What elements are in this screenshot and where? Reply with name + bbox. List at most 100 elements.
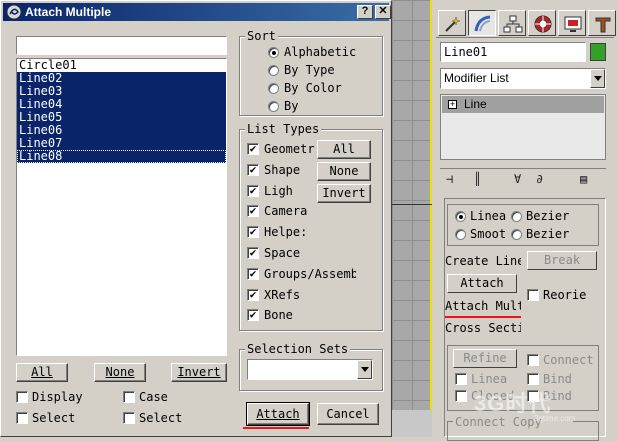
sort-by-color-radio[interactable]: By Color [268, 80, 378, 96]
checkmark-icon[interactable]: ✔ [247, 163, 259, 176]
chevron-down-icon[interactable] [590, 69, 605, 88]
list-type-checkbox[interactable]: ✔ XRefs [247, 287, 315, 303]
list-types-group-label: List Types [245, 122, 322, 136]
radio-bezier-1[interactable]: Bezier [511, 208, 591, 224]
closed-check-box[interactable] [455, 390, 467, 402]
list-all-button[interactable]: All [16, 363, 68, 382]
select-subtree-check-box[interactable] [16, 412, 28, 424]
selection-sets-label: Selection Sets [245, 342, 351, 356]
list-none-button[interactable]: None [94, 363, 146, 382]
list-item[interactable]: Line08 [17, 150, 226, 163]
case-sensitive-check-box[interactable] [123, 391, 135, 403]
radio-linear[interactable]: Linea [455, 208, 517, 224]
attach-button-panel[interactable]: Attach [447, 274, 517, 293]
selection-sets-dropdown[interactable] [247, 359, 373, 380]
checkmark-icon[interactable]: ✔ [247, 226, 259, 239]
create-line-button[interactable]: Create Line [445, 254, 521, 268]
bind-1-check-box[interactable] [527, 373, 539, 385]
list-type-checkbox[interactable]: ✔ Ligh [247, 183, 315, 199]
stack-item-line[interactable]: + Line [442, 96, 604, 113]
checkmark-icon[interactable]: ✔ [247, 205, 259, 218]
radio-bezier-1-button[interactable] [511, 211, 522, 222]
make-unique-icon[interactable]: ∀ [514, 172, 521, 186]
display-subtree-checkbox[interactable]: Display [16, 389, 106, 405]
cross-section-button[interactable]: Cross Sectio [445, 321, 521, 335]
attach-label: Attach [256, 407, 300, 421]
sort-by-size-radio[interactable]: By [268, 98, 378, 114]
select-dependents-check-box[interactable] [123, 412, 135, 424]
display-tab[interactable] [558, 10, 586, 36]
motion-icon [534, 15, 552, 33]
attach-button[interactable]: Attach [246, 402, 310, 426]
display-subtree-check-box[interactable] [16, 391, 28, 403]
list-invert-button[interactable]: Invert [171, 363, 227, 382]
connect-check-box[interactable] [527, 354, 539, 366]
close-icon[interactable]: ✕ [375, 5, 391, 19]
list-type-checkbox[interactable]: ✔ Groups/Assemb [247, 266, 357, 282]
types-none-button[interactable]: None [317, 162, 371, 181]
radio-smooth[interactable]: Smoot [455, 226, 517, 242]
modifier-stack[interactable]: + Line [440, 94, 606, 160]
radio-bezier-2[interactable]: Bezier [511, 226, 591, 242]
list-type-checkbox[interactable]: ✔ Bone [247, 307, 315, 323]
refine-button[interactable]: Refine [453, 349, 517, 368]
attach-mult-button[interactable]: Attach Mult [445, 299, 521, 313]
list-type-checkbox[interactable]: ✔ Helpe: [247, 224, 315, 240]
configure-sets-icon[interactable]: ▤ [580, 172, 587, 186]
pin-stack-icon[interactable]: ⊣ [446, 172, 453, 186]
bind-1-label: Bind [543, 372, 572, 386]
sort-alphabetic-radio[interactable]: Alphabetic [268, 44, 378, 60]
show-end-result-icon[interactable]: ║ [474, 172, 481, 186]
radio-linear-button[interactable] [455, 211, 466, 222]
radio-smooth-button[interactable] [455, 229, 466, 240]
sort-by-color-radio-button[interactable] [268, 83, 279, 94]
select-dependents-checkbox[interactable]: Select [123, 410, 213, 426]
types-invert-button[interactable]: Invert [317, 184, 371, 203]
bind-2-label: Bind [543, 389, 572, 403]
object-name-field[interactable]: Line01 [440, 42, 586, 62]
list-type-checkbox[interactable]: ✔ Space [247, 245, 315, 261]
checkmark-icon[interactable]: ✔ [247, 247, 259, 259]
hierarchy-tab[interactable] [498, 10, 526, 36]
expand-plus-icon[interactable]: + [448, 100, 457, 109]
checkmark-icon[interactable]: ✔ [247, 267, 259, 280]
checkmark-icon[interactable]: ✔ [247, 184, 259, 197]
types-all-button[interactable]: All [317, 140, 371, 159]
help-button[interactable]: ? [357, 5, 373, 19]
sort-by-size-radio-button[interactable] [268, 101, 279, 112]
linear-checkbox[interactable]: Linea [455, 371, 521, 387]
watermark-url: 3gtime.com [534, 414, 576, 423]
sort-by-type-radio[interactable]: By Type [268, 62, 378, 78]
modify-tab[interactable] [468, 10, 496, 36]
select-subtree-checkbox[interactable]: Select [16, 410, 106, 426]
object-color-swatch[interactable] [590, 43, 606, 61]
checkmark-icon[interactable]: ✔ [247, 288, 259, 301]
list-type-checkbox[interactable]: ✔ Shape [247, 162, 315, 178]
break-button[interactable]: Break [527, 251, 597, 270]
remove-modifier-icon[interactable]: ∂ [536, 172, 543, 186]
object-filter-input[interactable] [16, 36, 227, 55]
linear-check-box[interactable] [455, 373, 467, 385]
list-type-checkbox[interactable]: ✔ Geometr [247, 141, 315, 157]
dialog-title-bar[interactable]: Attach Multiple ? ✕ [3, 3, 391, 21]
list-type-checkbox[interactable]: ✔ Camera [247, 203, 315, 219]
checkmark-icon[interactable]: ✔ [247, 143, 259, 155]
object-list[interactable]: Circle01 Line02 Line03 Line04 Line05 Line06 Li… [16, 58, 227, 356]
create-tab[interactable] [438, 10, 466, 36]
case-sensitive-checkbox[interactable]: Case [123, 389, 213, 405]
bind-checkbox-1[interactable]: Bind [527, 371, 599, 387]
checkmark-icon[interactable]: ✔ [247, 309, 259, 322]
radio-bezier-2-button[interactable] [511, 229, 522, 240]
cancel-button[interactable]: Cancel [317, 403, 379, 425]
motion-tab[interactable] [528, 10, 556, 36]
reorient-check-box[interactable] [527, 289, 539, 301]
modifier-list-dropdown[interactable]: Modifier List [440, 68, 606, 89]
reorient-checkbox[interactable]: Reorie [527, 287, 599, 303]
list-type-label: Space [264, 246, 301, 260]
viewport-grid[interactable] [392, 0, 432, 410]
sort-by-type-radio-button[interactable] [268, 65, 279, 76]
connect-checkbox[interactable]: Connect [527, 352, 599, 368]
sort-alphabetic-radio-button[interactable] [268, 47, 279, 58]
chevron-down-icon[interactable] [357, 360, 372, 379]
utilities-tab[interactable] [588, 10, 616, 36]
